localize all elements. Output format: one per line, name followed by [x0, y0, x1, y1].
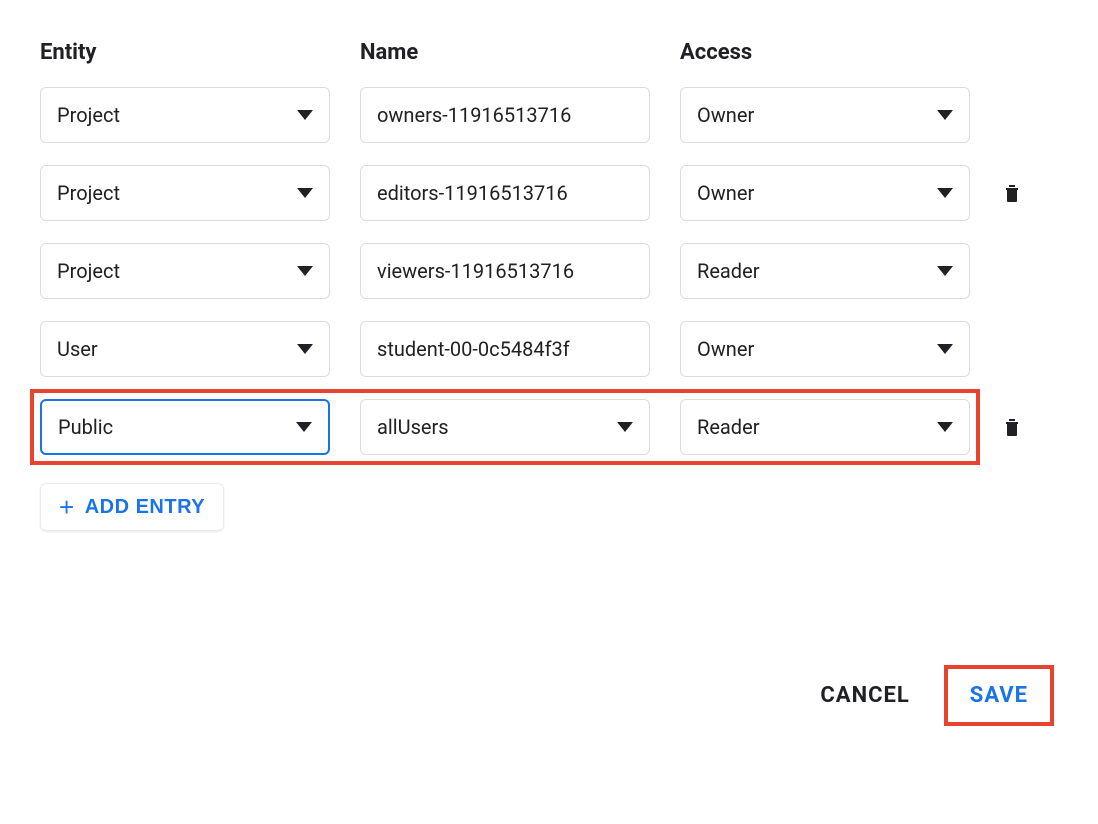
access-value: Owner [697, 337, 925, 361]
trash-icon [1000, 181, 1024, 205]
name-field[interactable]: viewers-11916513716 [360, 243, 650, 299]
entity-value: Public [58, 415, 284, 439]
access-select[interactable]: Owner [680, 87, 970, 143]
add-entry-button[interactable]: + ADD ENTRY [40, 483, 224, 531]
name-value: student-00-0c5484f3f [377, 337, 633, 361]
name-value: editors-11916513716 [377, 181, 633, 205]
chevron-down-icon [297, 344, 313, 354]
chevron-down-icon [297, 188, 313, 198]
access-select[interactable]: Owner [680, 165, 970, 221]
access-value: Owner [697, 103, 925, 127]
chevron-down-icon [617, 422, 633, 432]
access-select[interactable]: Reader [680, 243, 970, 299]
name-value: owners-11916513716 [377, 103, 633, 127]
entity-value: Project [57, 103, 285, 127]
entity-select[interactable]: Project [40, 87, 330, 143]
name-field[interactable]: owners-11916513716 [360, 87, 650, 143]
header-name: Name [360, 40, 650, 65]
access-select[interactable]: Reader [680, 399, 970, 455]
trash-icon [1000, 415, 1024, 439]
access-value: Reader [697, 259, 925, 283]
name-field[interactable]: student-00-0c5484f3f [360, 321, 650, 377]
chevron-down-icon [937, 266, 953, 276]
entity-value: Project [57, 181, 285, 205]
plus-icon: + [59, 494, 75, 520]
entity-select[interactable]: Project [40, 243, 330, 299]
chevron-down-icon [937, 422, 953, 432]
cancel-button[interactable]: CANCEL [820, 683, 909, 708]
chevron-down-icon [937, 344, 953, 354]
entity-value: Project [57, 259, 285, 283]
delete-row-button[interactable] [1000, 181, 1024, 205]
entity-value: User [57, 337, 285, 361]
name-value: allUsers [377, 415, 605, 439]
header-entity: Entity [40, 40, 330, 65]
entity-select[interactable]: User [40, 321, 330, 377]
dialog-footer: CANCEL SAVE [40, 671, 1058, 720]
chevron-down-icon [937, 188, 953, 198]
name-field[interactable]: editors-11916513716 [360, 165, 650, 221]
access-value: Reader [697, 415, 925, 439]
name-field[interactable]: allUsers [360, 399, 650, 455]
entity-select[interactable]: Project [40, 165, 330, 221]
delete-row-button[interactable] [1000, 415, 1024, 439]
entity-select[interactable]: Public [40, 399, 330, 455]
chevron-down-icon [297, 110, 313, 120]
chevron-down-icon [937, 110, 953, 120]
permissions-grid: Entity Name Access Project owners-1191651… [40, 40, 1058, 455]
chevron-down-icon [296, 422, 312, 432]
add-entry-label: ADD ENTRY [85, 496, 205, 519]
save-button[interactable]: SAVE [950, 671, 1048, 720]
name-value: viewers-11916513716 [377, 259, 633, 283]
access-value: Owner [697, 181, 925, 205]
access-select[interactable]: Owner [680, 321, 970, 377]
chevron-down-icon [297, 266, 313, 276]
permissions-editor: Entity Name Access Project owners-1191651… [40, 40, 1058, 720]
header-access: Access [680, 40, 970, 65]
